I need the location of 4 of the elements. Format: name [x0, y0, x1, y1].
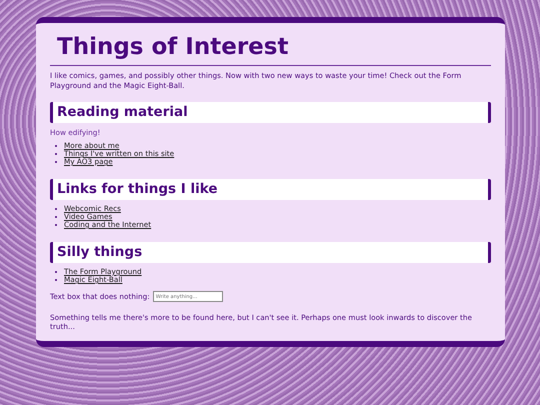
- section-heading: Links for things I like: [50, 179, 491, 200]
- page-title: Things of Interest: [57, 33, 290, 61]
- section-heading: Silly things: [50, 242, 491, 263]
- section-heading: Reading material: [50, 102, 491, 123]
